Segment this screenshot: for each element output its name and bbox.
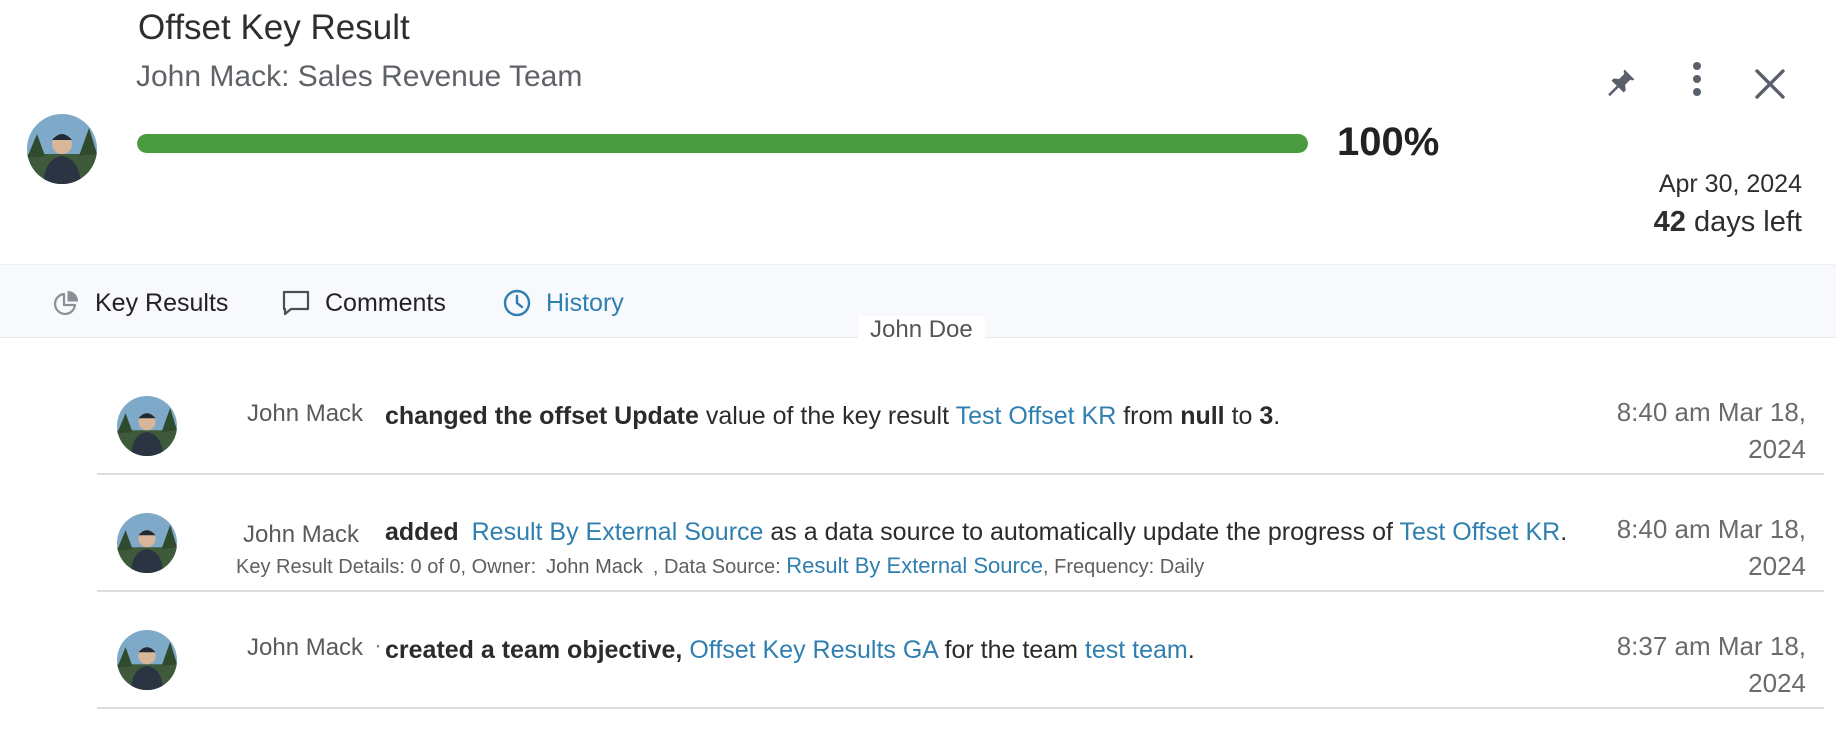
days-left-count: 42 bbox=[1653, 206, 1686, 238]
details-source-label: , Data Source: bbox=[652, 556, 781, 578]
history-text: . bbox=[1560, 518, 1568, 546]
tab-comments-label: Comments bbox=[325, 288, 446, 317]
history-timestamp: 8:40 am Mar 18, 2024 bbox=[1616, 514, 1806, 581]
history-actor[interactable]: John Mack bbox=[247, 400, 363, 428]
pin-icon bbox=[1608, 69, 1635, 97]
progress-bar bbox=[137, 134, 1308, 153]
history-actor[interactable]: John Mack bbox=[247, 634, 363, 662]
history-feed: John Mack changed the offset Update valu… bbox=[97, 358, 1824, 709]
key-result-link[interactable]: Test Offset KR bbox=[956, 402, 1117, 430]
details-frequency: , Frequency: Daily bbox=[1043, 556, 1205, 578]
details-owner[interactable]: John Mack bbox=[546, 556, 643, 578]
clock-icon bbox=[502, 288, 532, 318]
details-prefix: Key Result Details: 0 of 0, Owner: bbox=[236, 556, 537, 578]
history-details: Key Result Details: 0 of 0, Owner: John M… bbox=[236, 553, 1204, 579]
history-action: changed the offset Update bbox=[385, 402, 699, 430]
history-message: changed the offset Update value of the k… bbox=[385, 402, 1280, 431]
history-group-header: John Doe bbox=[858, 316, 985, 344]
history-text: . bbox=[1273, 402, 1281, 430]
tab-key-results-label: Key Results bbox=[95, 288, 229, 317]
history-to-value: 3 bbox=[1259, 402, 1274, 430]
pie-chart-icon bbox=[51, 288, 81, 318]
owner-avatar[interactable] bbox=[27, 114, 97, 184]
history-text: for the team bbox=[937, 636, 1085, 664]
more-vertical-icon bbox=[1693, 62, 1701, 96]
pin-button[interactable] bbox=[1600, 62, 1642, 104]
history-action: created a team objective, bbox=[385, 636, 683, 664]
history-separator: · bbox=[374, 632, 382, 659]
progress-bar-fill bbox=[137, 134, 1308, 153]
days-left: 42 days left bbox=[1654, 206, 1802, 239]
days-left-suffix: days left bbox=[1685, 206, 1802, 238]
history-item: John Mack · created a team objective, Of… bbox=[97, 592, 1824, 709]
history-item: John Mack added Result By External Source… bbox=[97, 475, 1824, 592]
history-message: created a team objective, Offset Key Res… bbox=[385, 636, 1195, 665]
history-item: John Mack changed the offset Update valu… bbox=[97, 358, 1824, 475]
tab-key-results[interactable]: Key Results bbox=[51, 283, 228, 323]
history-action: added bbox=[385, 518, 459, 546]
tab-comments[interactable]: Comments bbox=[281, 283, 446, 323]
more-options-button[interactable] bbox=[1676, 58, 1718, 100]
history-message: added Result By External Source as a data… bbox=[385, 518, 1567, 547]
history-timestamp: 8:37 am Mar 18, 2024 bbox=[1616, 631, 1806, 698]
key-result-link[interactable]: Test Offset KR bbox=[1399, 518, 1560, 546]
history-text: value of the key result bbox=[698, 402, 956, 430]
history-text: . bbox=[1187, 636, 1195, 664]
avatar[interactable] bbox=[117, 396, 177, 456]
history-text: as a data source to automatically update… bbox=[763, 518, 1400, 546]
history-text: to bbox=[1224, 402, 1260, 430]
tab-history-label: History bbox=[546, 288, 624, 317]
due-date: Apr 30, 2024 bbox=[1658, 170, 1802, 198]
history-from-value: null bbox=[1180, 402, 1225, 430]
comment-icon bbox=[281, 288, 311, 318]
close-icon bbox=[1755, 69, 1785, 99]
progress-percentage: 100% bbox=[1337, 120, 1440, 164]
team-link[interactable]: test team bbox=[1085, 636, 1188, 664]
history-timestamp: 8:40 am Mar 18, 2024 bbox=[1616, 397, 1806, 464]
objective-link[interactable]: Offset Key Results GA bbox=[689, 636, 937, 664]
data-source-link[interactable]: Result By External Source bbox=[472, 518, 764, 546]
page-subtitle: John Mack: Sales Revenue Team bbox=[136, 60, 583, 93]
close-button[interactable] bbox=[1748, 62, 1792, 106]
avatar[interactable] bbox=[117, 630, 177, 690]
data-source-link[interactable]: Result By External Source bbox=[786, 553, 1043, 578]
history-text: from bbox=[1116, 402, 1181, 430]
tab-history[interactable]: History bbox=[502, 283, 624, 323]
history-actor[interactable]: John Mack bbox=[243, 521, 359, 549]
page-title: Offset Key Result bbox=[138, 8, 410, 47]
avatar[interactable] bbox=[117, 513, 177, 573]
key-result-header: Offset Key Result John Mack: Sales Reven… bbox=[0, 0, 1836, 262]
